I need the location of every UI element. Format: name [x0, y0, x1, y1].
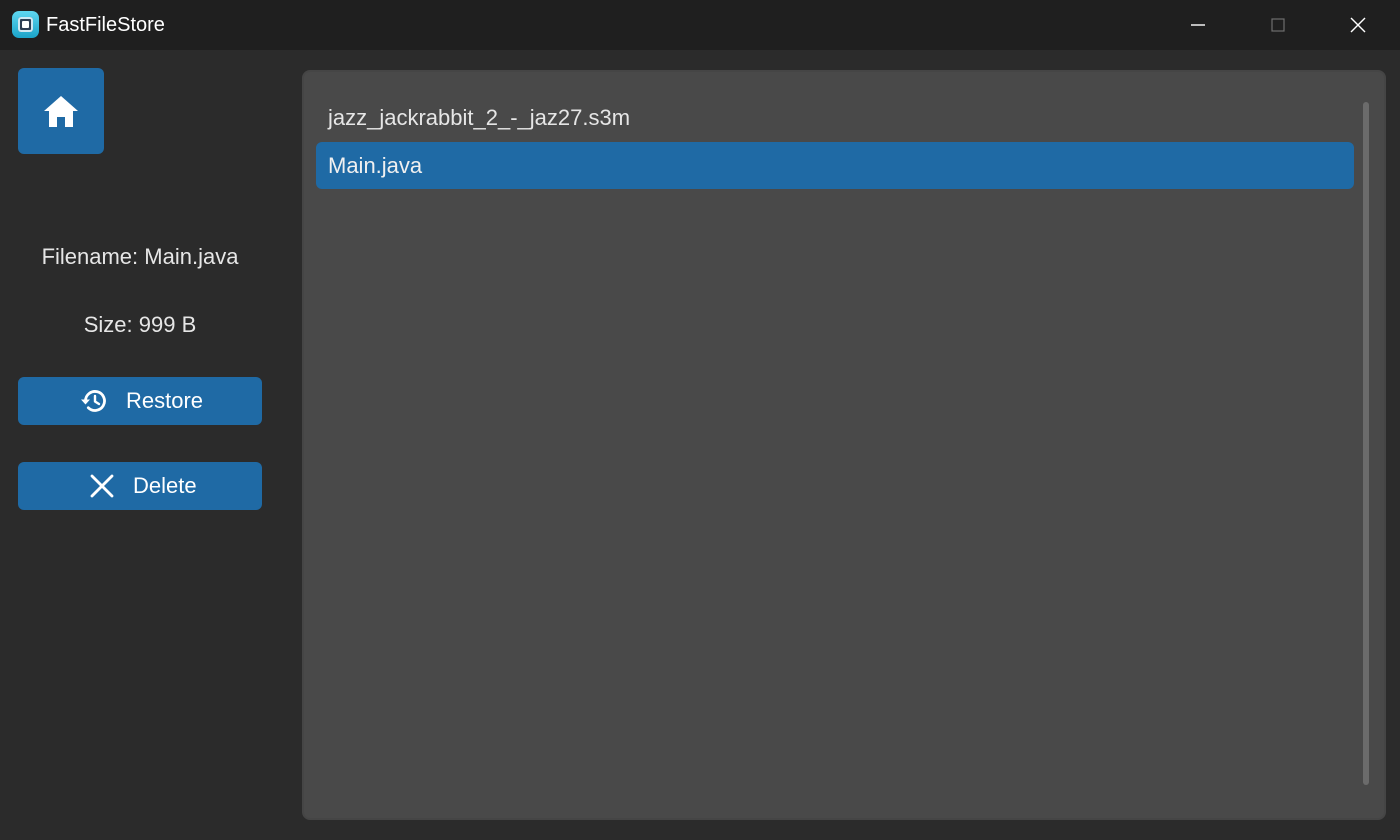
window-title: FastFileStore: [46, 14, 165, 36]
restore-button[interactable]: Restore: [18, 377, 262, 425]
file-name: Main.java: [328, 153, 423, 178]
app-logo-icon: [12, 11, 39, 38]
file-list-item[interactable]: jazz_jackrabbit_2_-_jaz27.s3m: [316, 94, 1354, 141]
sidebar: Filename: Main.java Size: 999 B Restore …: [0, 50, 282, 840]
maximize-button[interactable]: [1238, 0, 1318, 50]
file-list-scrollbar[interactable]: [1363, 102, 1369, 785]
file-list: jazz_jackrabbit_2_-_jaz27.s3m Main.java: [302, 70, 1386, 820]
home-button[interactable]: [18, 68, 104, 154]
window-bottom-edge: [0, 836, 1400, 840]
minimize-button[interactable]: [1158, 0, 1238, 50]
delete-button[interactable]: Delete: [18, 462, 262, 510]
close-window-button[interactable]: [1318, 0, 1398, 50]
home-icon: [44, 96, 78, 127]
app-logo-mark: [22, 21, 29, 28]
filename-label: Filename: Main.java: [41, 244, 239, 269]
history-icon: [81, 390, 106, 412]
file-list-item-selected[interactable]: Main.java: [316, 142, 1354, 189]
close-icon: [1350, 17, 1366, 33]
minimize-icon: [1191, 24, 1205, 26]
close-icon: [90, 474, 114, 498]
size-label: Size: 999 B: [83, 312, 197, 337]
main-area: jazz_jackrabbit_2_-_jaz27.s3m Main.java: [282, 50, 1400, 840]
app-window: FastFileStore Filename: Main.java Size: …: [0, 0, 1400, 840]
delete-button-label: Delete: [133, 473, 197, 498]
maximize-icon: [1271, 18, 1285, 32]
restore-button-label: Restore: [126, 388, 204, 413]
title-bar: FastFileStore: [0, 0, 1400, 50]
file-name: jazz_jackrabbit_2_-_jaz27.s3m: [328, 105, 631, 130]
